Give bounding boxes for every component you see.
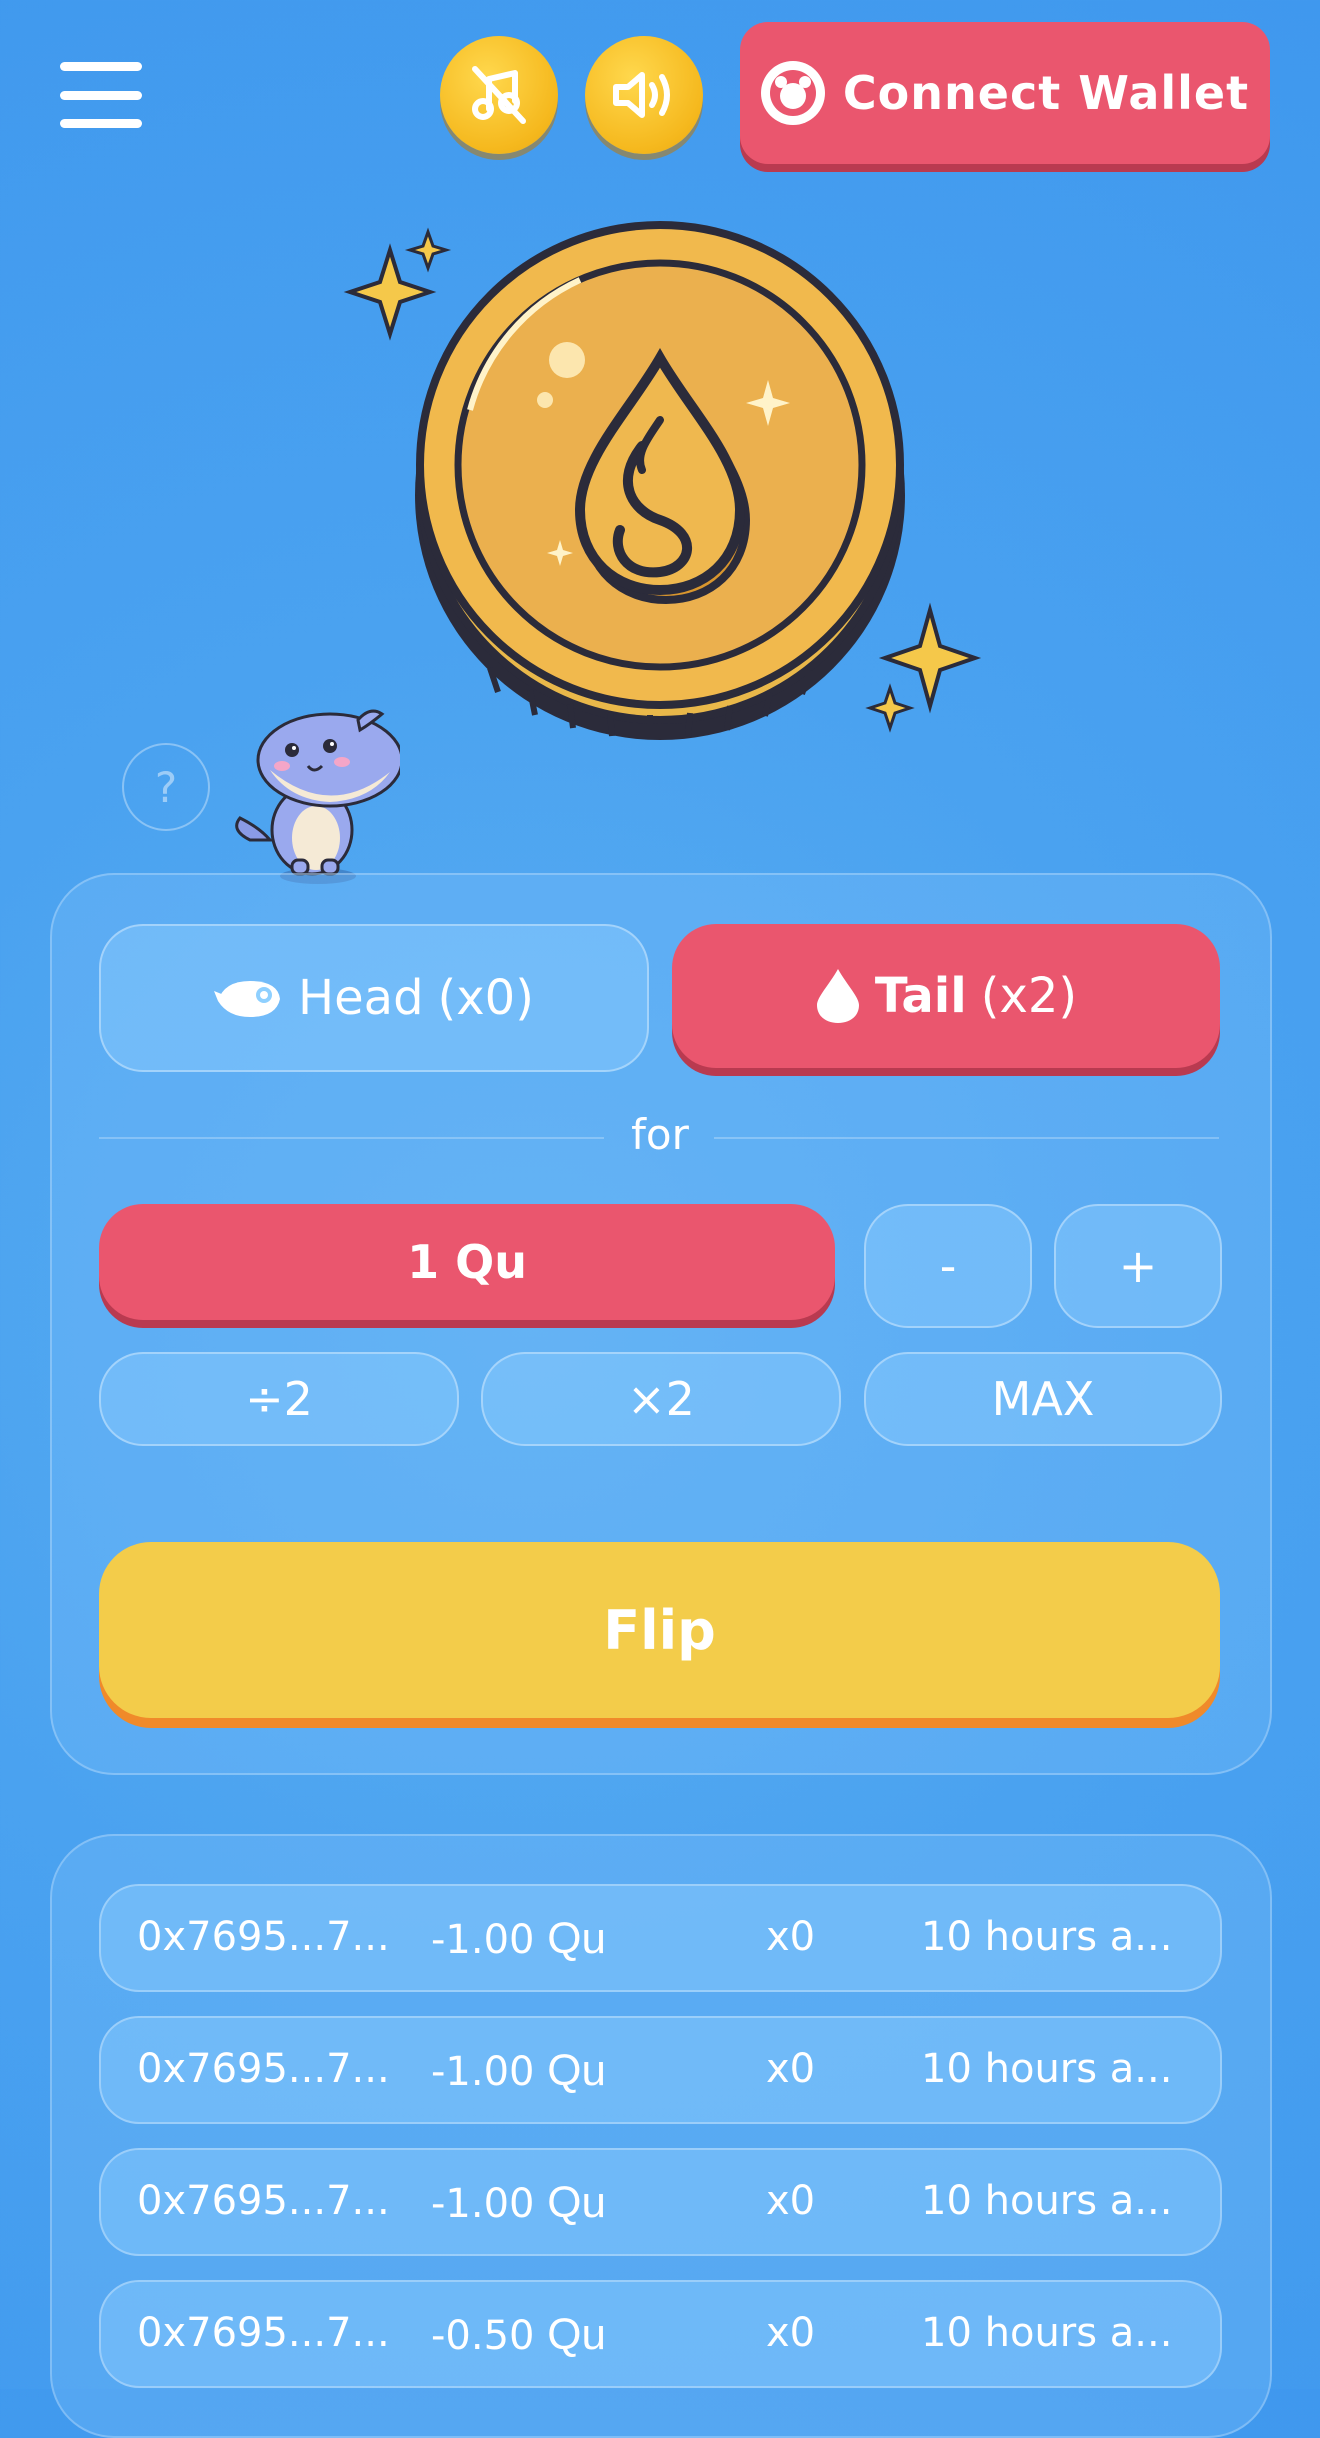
connect-wallet-button[interactable]: Connect Wallet [740, 22, 1270, 164]
sparkle-icon [343, 243, 437, 341]
history-multiplier: x0 [766, 2178, 816, 2224]
history-multiplier: x0 [766, 1914, 816, 1960]
max-amount-button[interactable]: MAX [864, 1352, 1222, 1446]
shark-mascot-illustration [235, 709, 400, 884]
menu-button[interactable] [60, 62, 142, 128]
increase-amount-button[interactable]: + [1054, 1204, 1222, 1328]
tail-multiplier: (x2) [980, 968, 1078, 1024]
flip-button[interactable]: Flip [99, 1542, 1220, 1718]
help-button[interactable]: ? [122, 743, 210, 831]
halve-amount-button[interactable]: ÷2 [99, 1352, 459, 1446]
divider-right [714, 1137, 1219, 1139]
coin-illustration [343, 221, 982, 740]
tail-option-button[interactable]: Tail (x2) [672, 924, 1220, 1068]
sparkle-icon [404, 227, 452, 273]
history-address: 0x7695...7... [137, 1914, 390, 1960]
history-row: 0x7695...7... -0.50 Qu x0 10 hours a... [99, 2280, 1222, 2388]
music-toggle-button[interactable] [440, 36, 558, 154]
wallet-avatar-icon [760, 61, 825, 125]
divider-left [99, 1137, 604, 1139]
history-time: 10 hours a... [921, 2046, 1173, 2092]
sound-toggle-button[interactable] [585, 36, 703, 154]
music-off-icon [472, 66, 526, 124]
history-multiplier: x0 [766, 2046, 816, 2092]
history-row: 0x7695...7... -1.00 Qu x0 10 hours a... [99, 2016, 1222, 2124]
history-time: 10 hours a... [921, 2178, 1173, 2224]
head-label: Head [298, 970, 424, 1026]
head-option-button[interactable]: Head (x0) [99, 924, 649, 1072]
history-amount: -1.00 Qu [431, 2178, 606, 2227]
history-amount: -0.50 Qu [431, 2310, 606, 2359]
decrease-amount-button[interactable]: - [864, 1204, 1032, 1328]
history-address: 0x7695...7... [137, 2046, 390, 2092]
history-row: 0x7695...7... -1.00 Qu x0 10 hours a... [99, 1884, 1222, 1992]
history-time: 10 hours a... [921, 2310, 1173, 2356]
sparkle-icon [878, 602, 982, 714]
shark-head-icon [214, 981, 281, 1017]
history-multiplier: x0 [766, 2310, 816, 2356]
sparkle-icon [865, 683, 915, 733]
history-address: 0x7695...7... [137, 2178, 390, 2224]
head-multiplier: (x0) [437, 970, 534, 1026]
bet-amount-display[interactable]: 1 Qu [99, 1204, 835, 1320]
speaker-on-icon [613, 72, 670, 118]
history-time: 10 hours a... [921, 1914, 1173, 1960]
hamburger-menu-icon [60, 62, 142, 71]
connect-wallet-label: Connect Wallet [842, 66, 1250, 120]
history-amount: -1.00 Qu [431, 1914, 606, 1963]
history-amount: -1.00 Qu [431, 2046, 606, 2095]
for-label: for [631, 1110, 689, 1159]
tail-label: Tail [874, 968, 967, 1024]
history-address: 0x7695...7... [137, 2310, 390, 2356]
history-row: 0x7695...7... -1.00 Qu x0 10 hours a... [99, 2148, 1222, 2256]
droplet-icon [816, 969, 859, 1023]
double-amount-button[interactable]: ×2 [481, 1352, 841, 1446]
